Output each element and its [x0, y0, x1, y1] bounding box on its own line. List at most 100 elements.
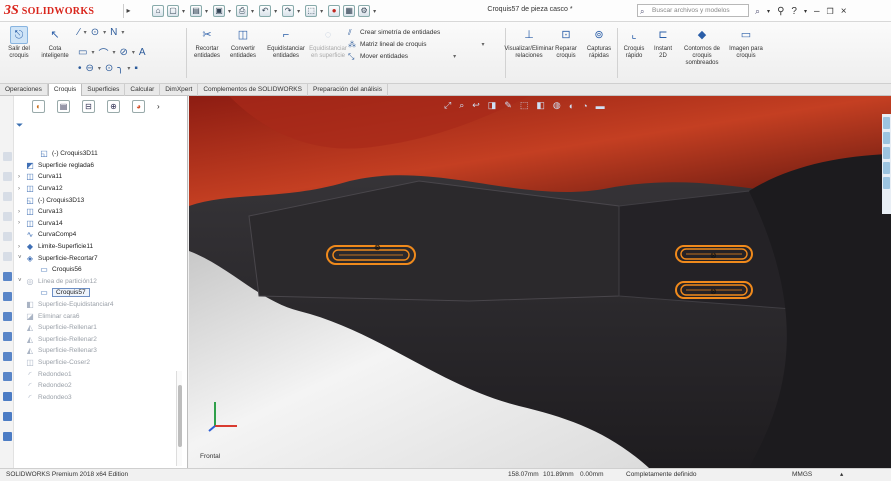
redo-dropdown-icon[interactable]: ▾: [297, 8, 300, 15]
convert-entities-button[interactable]: ◫ Convertir entidades: [226, 26, 260, 60]
strip-icon[interactable]: [3, 232, 12, 241]
save-icon[interactable]: ▣: [213, 5, 226, 17]
dimxpert-tab-icon[interactable]: ⊕: [107, 99, 120, 113]
ellipse-dropdown-icon[interactable]: ▾: [132, 49, 135, 56]
file-properties-icon[interactable]: ▦: [343, 5, 356, 17]
sketch-picture-button[interactable]: ▭ Imagen para croquis: [728, 26, 764, 60]
minimize-icon[interactable]: –: [814, 6, 820, 17]
tree-node[interactable]: ◱ (-) Croquis3D11: [18, 148, 186, 160]
slot-dropdown-icon[interactable]: ▾: [98, 65, 101, 72]
strip-icon[interactable]: [3, 172, 12, 181]
tree-node[interactable]: › ◫ Curva12: [18, 183, 186, 195]
strip-icon[interactable]: [3, 152, 12, 161]
expand-toggle-icon[interactable]: ˅: [18, 255, 26, 261]
rectangle-icon[interactable]: ▭: [78, 47, 87, 58]
expand-toggle-icon[interactable]: ›: [18, 244, 26, 250]
new-dropdown-icon[interactable]: ▾: [182, 8, 185, 15]
move-dropdown-icon[interactable]: ▾: [453, 51, 456, 63]
slot-right-top[interactable]: ⊗: [675, 245, 753, 263]
arc-icon[interactable]: ⌒: [98, 45, 108, 60]
slot-right-bottom[interactable]: ⊗: [675, 281, 753, 299]
fillet-dropdown-icon[interactable]: ▾: [127, 65, 130, 72]
move-entities-item[interactable]: ⤡ Mover entidades ▾: [348, 51, 485, 63]
text-icon[interactable]: A: [139, 47, 146, 58]
unit-dropdown-icon[interactable]: ▴: [840, 469, 843, 481]
mirror-entities-item[interactable]: ⫽ Crear simetría de entidades: [348, 27, 485, 39]
tab-dimxpert[interactable]: DimXpert: [160, 84, 199, 96]
expand-toggle-icon[interactable]: ›: [18, 220, 26, 226]
expand-toggle-icon[interactable]: ›: [18, 186, 26, 192]
line-icon[interactable]: ∕: [78, 27, 80, 38]
strip-icon[interactable]: [3, 212, 12, 221]
tree-node[interactable]: ◱ (-) Croquis3D13: [18, 194, 186, 206]
rapid-sketch-button[interactable]: ⌞ Croquis rápido: [620, 26, 648, 60]
trim-entities-button[interactable]: ✂ Recortar entidades: [190, 26, 224, 60]
tree-scrollbar[interactable]: [176, 371, 182, 466]
strip-icon[interactable]: [3, 432, 12, 441]
tree-node[interactable]: › ◫ Curva13: [18, 206, 186, 218]
strip-icon[interactable]: [3, 292, 12, 301]
strip-icon[interactable]: [3, 272, 12, 281]
tab-croquis[interactable]: Croquis: [47, 84, 83, 96]
open-dropdown-icon[interactable]: ▾: [205, 8, 208, 15]
expand-toggle-icon[interactable]: ˅: [18, 278, 26, 284]
search-go-icon[interactable]: ⌕: [755, 6, 760, 17]
tree-node[interactable]: ◫ Superficie-Coser2: [18, 357, 186, 369]
tab-preparación-del-análisis[interactable]: Preparación del análisis: [308, 84, 388, 96]
tab-calcular[interactable]: Calcular: [125, 84, 161, 96]
rebuild-icon[interactable]: ●: [328, 5, 341, 17]
menu-expand-icon[interactable]: ▸: [123, 4, 133, 18]
polygon-icon[interactable]: ⊙: [105, 63, 113, 74]
display-delete-relations-button[interactable]: ⊥ Visualizar/Eliminar relaciones: [504, 26, 553, 60]
search-input[interactable]: ⌕ Buscar archivos y modelos: [637, 4, 749, 17]
strip-icon[interactable]: [3, 392, 12, 401]
print-icon[interactable]: ⎙: [236, 5, 249, 17]
offset-entities-button[interactable]: ⌐ Equidistanciar entidades: [264, 26, 308, 60]
spline-icon[interactable]: N: [110, 27, 117, 38]
select-dropdown-icon[interactable]: ▾: [320, 8, 323, 15]
configuration-manager-tab-icon[interactable]: ⊟: [82, 99, 95, 113]
tab-complementos-de-solidworks[interactable]: Complementos de SOLIDWORKS: [198, 84, 308, 96]
strip-icon[interactable]: [3, 372, 12, 381]
tree-node[interactable]: ◜ Redondeo2: [18, 380, 186, 392]
panel-more-icon[interactable]: ›: [157, 102, 160, 111]
tree-node[interactable]: › ◫ Curva14: [18, 218, 186, 230]
ellipse-icon[interactable]: ⊘: [119, 47, 127, 58]
tree-node[interactable]: › ◆ Limite-Superficie11: [18, 241, 186, 253]
shaded-sketch-contours-button[interactable]: ◆ Contornos de croquis sombreados: [680, 26, 724, 67]
feature-manager-tab-icon[interactable]: ◐: [32, 99, 45, 113]
smart-dimension-button[interactable]: ↖ Cota inteligente: [38, 26, 72, 60]
display-manager-tab-icon[interactable]: ◕: [132, 99, 145, 113]
circle-dropdown-icon[interactable]: ▾: [103, 29, 106, 36]
line-dropdown-icon[interactable]: ▾: [84, 29, 87, 36]
tree-node[interactable]: ◪ Eliminar cara6: [18, 310, 186, 322]
strip-icon[interactable]: [3, 192, 12, 201]
scrollbar-thumb[interactable]: [178, 385, 182, 447]
expand-toggle-icon[interactable]: ›: [18, 174, 26, 180]
tree-node[interactable]: ◜ Redondeo1: [18, 368, 186, 380]
close-icon[interactable]: ×: [841, 6, 847, 17]
open-icon[interactable]: ▤: [190, 5, 203, 17]
options-dropdown-icon[interactable]: ▾: [373, 8, 376, 15]
strip-icon[interactable]: [3, 252, 12, 261]
unit-system[interactable]: MMGS: [792, 469, 812, 481]
property-manager-tab-icon[interactable]: ▤: [57, 99, 70, 113]
undo-icon[interactable]: ↶: [259, 5, 272, 17]
solidworks-logo[interactable]: 3S SOLIDWORKS: [4, 3, 122, 19]
strip-icon[interactable]: [3, 332, 12, 341]
reference-triad[interactable]: [205, 396, 245, 436]
point-icon[interactable]: •: [78, 63, 82, 74]
exit-sketch-button[interactable]: ⎋ Salir del croquis: [6, 26, 32, 60]
arc-dropdown-icon[interactable]: ▾: [112, 49, 115, 56]
search-dropdown-icon[interactable]: ▾: [767, 8, 770, 15]
slot-left[interactable]: ⊗: [326, 243, 416, 265]
rectangle-dropdown-icon[interactable]: ▾: [91, 49, 94, 56]
tree-node[interactable]: ∿ CurvaComp4: [18, 229, 186, 241]
print-dropdown-icon[interactable]: ▾: [251, 8, 254, 15]
linear-pattern-item[interactable]: ⁂ Matriz lineal de croquis ▾: [348, 39, 485, 51]
undo-dropdown-icon[interactable]: ▾: [274, 8, 277, 15]
tree-node[interactable]: › ◫ Curva11: [18, 171, 186, 183]
repair-sketch-button[interactable]: ⊡ Reparar croquis: [552, 26, 580, 60]
strip-icon[interactable]: [3, 312, 12, 321]
tab-superficies[interactable]: Superficies: [82, 84, 126, 96]
